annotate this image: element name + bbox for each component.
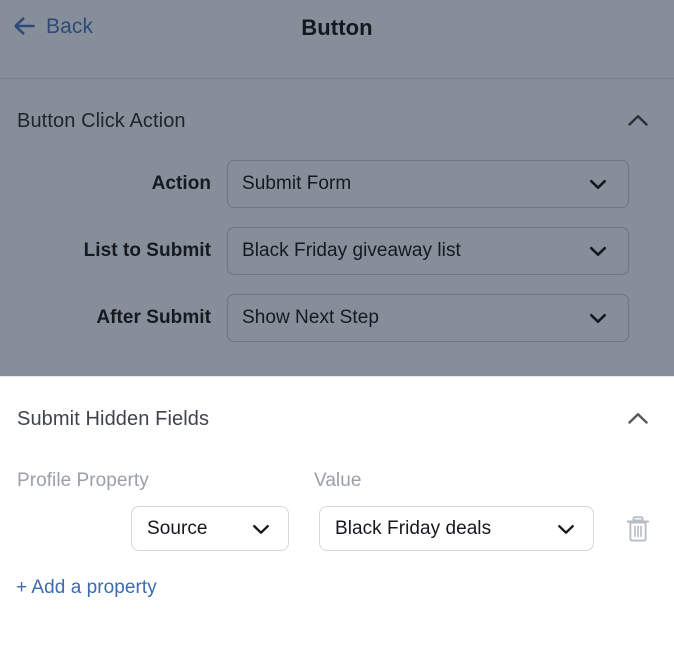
button-click-action-rows: Action Submit Form List to Submit Black … (0, 160, 674, 342)
label-list-to-submit: List to Submit (0, 240, 227, 262)
hidden-field-value-select-value: Black Friday deals (335, 518, 491, 540)
hidden-field-value-select[interactable]: Black Friday deals (319, 506, 594, 551)
add-property-link[interactable]: + Add a property (16, 577, 157, 599)
profile-property-select-value: Source (147, 518, 208, 540)
delete-hidden-field-button[interactable] (623, 512, 653, 546)
action-select-value: Submit Form (242, 173, 351, 195)
section-title: Submit Hidden Fields (17, 408, 209, 431)
profile-property-select[interactable]: Source (131, 506, 289, 551)
list-to-submit-select[interactable]: Black Friday giveaway list (227, 227, 629, 275)
label-action: Action (0, 173, 227, 195)
list-to-submit-select-value: Black Friday giveaway list (242, 240, 461, 262)
panel-header: Back Button (0, 0, 674, 79)
chevron-down-icon (553, 516, 579, 542)
section-button-click-action: Button Click Action Action Submit Form L… (0, 79, 674, 377)
chevron-down-icon (585, 238, 611, 264)
section-header-button-click-action[interactable]: Button Click Action (0, 79, 674, 136)
trash-icon (625, 514, 651, 544)
section-title: Button Click Action (17, 110, 186, 133)
hidden-field-row: Source Black Friday deals (0, 506, 674, 551)
action-select[interactable]: Submit Form (227, 160, 629, 208)
chevron-down-icon (248, 516, 274, 542)
chevron-up-icon[interactable] (623, 106, 653, 136)
after-submit-select-value: Show Next Step (242, 307, 379, 329)
column-header-profile-property: Profile Property (17, 470, 314, 492)
form-row-after-submit: After Submit Show Next Step (0, 294, 674, 342)
hidden-fields-column-headers: Profile Property Value (0, 470, 674, 492)
form-row-action: Action Submit Form (0, 160, 674, 208)
section-header-submit-hidden-fields[interactable]: Submit Hidden Fields (0, 377, 674, 434)
page-title: Button (0, 15, 674, 41)
after-submit-select[interactable]: Show Next Step (227, 294, 629, 342)
chevron-up-icon[interactable] (623, 404, 653, 434)
label-after-submit: After Submit (0, 307, 227, 329)
column-header-value: Value (314, 470, 361, 492)
section-submit-hidden-fields: Submit Hidden Fields Profile Property Va… (0, 377, 674, 662)
chevron-down-icon (585, 305, 611, 331)
form-row-list-to-submit: List to Submit Black Friday giveaway lis… (0, 227, 674, 275)
chevron-down-icon (585, 171, 611, 197)
button-settings-panel: Back Button Button Click Action Action S… (0, 0, 674, 662)
